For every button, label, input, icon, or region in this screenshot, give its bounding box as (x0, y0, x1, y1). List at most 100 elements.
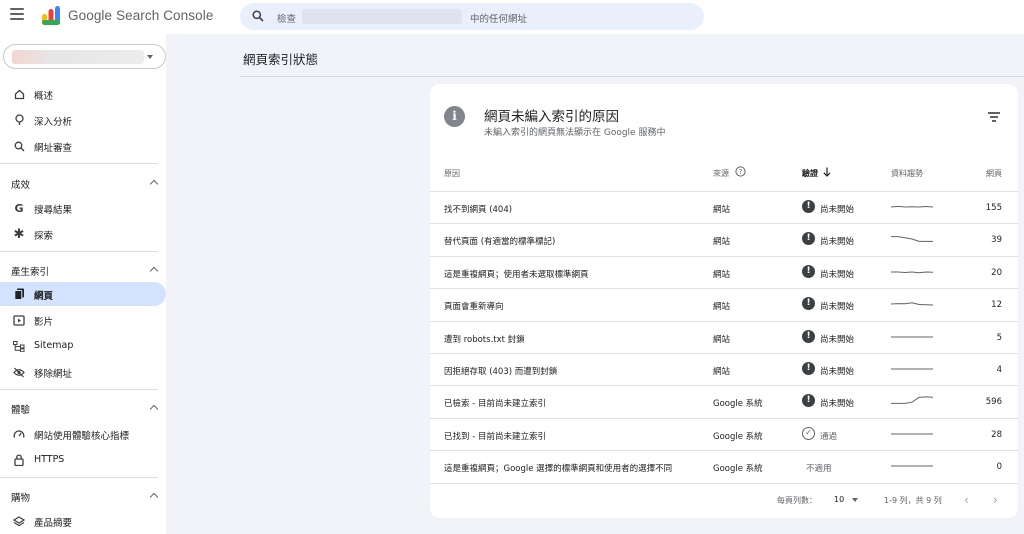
row-trend-sparkline (891, 465, 933, 467)
row-validation-status: 不適用 (806, 464, 832, 475)
search-console-logo[interactable] (40, 6, 62, 26)
not-indexed-reasons-card: i 網頁未編入索引的原因 未編入索引的網頁無法顯示在 Google 服務中 原因… (430, 84, 1018, 518)
help-icon[interactable]: ? (735, 166, 746, 177)
rows-per-page-label: 每頁列數： (777, 496, 817, 505)
divider (240, 76, 1024, 77)
section-shopping[interactable]: 購物 (11, 490, 30, 504)
nav-sitemap[interactable]: Sitemap (0, 334, 166, 358)
row-divider (430, 385, 1018, 387)
row-validation-status: 尚未開始 (820, 367, 855, 377)
divider (0, 163, 158, 164)
menu-icon[interactable] (10, 8, 24, 22)
row-validation-status: 尚未開始 (820, 237, 855, 248)
url-inspection-search[interactable]: 檢查 中的任何網址 (240, 3, 704, 30)
sitemap-icon (13, 340, 25, 352)
nav-https[interactable]: HTTPS (0, 448, 166, 472)
nav-product-snippets[interactable]: 產品摘要 (0, 509, 166, 533)
card-subtitle: 未編入索引的網頁無法顯示在 Google 服務中 (484, 128, 666, 138)
row-page-count: 12 (991, 300, 1002, 311)
divider (0, 251, 158, 252)
status-pending-icon: ! (802, 232, 815, 246)
top-bar: Google Search Console 檢查 中的任何網址 (0, 0, 1024, 34)
row-reason[interactable]: 找不到網頁 (404) (444, 203, 512, 215)
info-icon: i (444, 106, 465, 127)
nav-core-web-vitals[interactable]: 網站使用體驗核心指標 (0, 422, 166, 446)
row-validation-status: 尚未開始 (820, 205, 855, 215)
row-divider (430, 450, 1018, 452)
home-icon (13, 88, 25, 100)
row-reason[interactable]: 因拒絕存取 (403) 而遭到封鎖 (444, 365, 557, 377)
lightbulb-icon (13, 114, 25, 126)
row-reason[interactable]: 這是重複網頁；Google 選擇的標準網頁和使用者的選擇不同 (444, 462, 672, 474)
chevron-up-icon[interactable] (149, 492, 159, 502)
row-page-count: 4 (996, 365, 1002, 375)
row-divider (430, 191, 1018, 192)
section-performance[interactable]: 成效 (11, 177, 30, 191)
row-reason[interactable]: 遭到 robots.txt 封鎖 (444, 333, 525, 345)
row-validation-status: 尚未開始 (820, 334, 855, 345)
status-pending-icon: ! (802, 329, 815, 343)
divider (0, 389, 158, 390)
filter-icon[interactable] (988, 112, 1000, 122)
nav-overview[interactable]: 概述 (0, 82, 166, 106)
property-selector[interactable] (3, 44, 166, 69)
card-title: 網頁未編入索引的原因 (484, 109, 619, 125)
nav-videos[interactable]: 影片 (0, 308, 166, 332)
row-source: 網站 (713, 334, 731, 345)
column-header-validation[interactable]: 驗證 (802, 168, 818, 179)
app-title[interactable]: Google Search Console (68, 8, 213, 23)
nav-label: 探索 (34, 231, 54, 242)
nav-label: 網頁 (34, 291, 54, 302)
divider (0, 477, 158, 478)
row-source: 網站 (713, 269, 731, 280)
prev-page-button[interactable]: ‹ (964, 493, 969, 507)
nav-insights[interactable]: 深入分析 (0, 108, 166, 132)
redacted-property-name (12, 50, 144, 64)
row-divider (430, 482, 1018, 484)
chevron-up-icon[interactable] (149, 266, 159, 276)
dropdown-caret-icon[interactable] (852, 498, 858, 502)
row-trend-sparkline (891, 433, 933, 435)
rows-per-page-select[interactable]: 10 (834, 495, 844, 504)
column-header-source[interactable]: 來源 (713, 168, 729, 179)
row-trend-sparkline (891, 396, 934, 405)
row-divider (430, 255, 1018, 257)
nav-label: 移除網址 (34, 369, 73, 380)
sort-arrow-down-icon[interactable] (823, 167, 831, 177)
row-divider (430, 288, 1018, 290)
nav-discover[interactable]: ✱ 探索 (0, 222, 166, 246)
chevron-up-icon[interactable] (149, 179, 159, 189)
row-source: Google 系統 (713, 399, 763, 410)
search-icon (13, 140, 25, 152)
next-page-button[interactable]: › (993, 493, 998, 507)
status-pending-icon: ! (802, 362, 815, 375)
section-indexing[interactable]: 產生索引 (11, 264, 49, 278)
row-source: Google 系統 (713, 431, 763, 442)
row-page-count: 155 (985, 203, 1002, 213)
chevron-up-icon[interactable] (149, 404, 159, 414)
nav-removals[interactable]: 移除網址 (0, 360, 166, 384)
search-placeholder-prefix: 檢查 (277, 14, 297, 25)
row-reason[interactable]: 已找到 - 目前尚未建立索引 (444, 430, 546, 442)
column-header-pages[interactable]: 網頁 (950, 168, 1002, 179)
speed-icon (13, 428, 25, 440)
nav-label: 產品摘要 (34, 518, 73, 529)
row-reason[interactable]: 頁面會重新導向 (444, 300, 504, 312)
nav-search-results[interactable]: G 搜尋結果 (0, 196, 166, 220)
column-header-reason[interactable]: 原因 (444, 168, 460, 179)
nav-pages[interactable]: 網頁 (0, 282, 166, 306)
nav-url-inspection[interactable]: 網址審查 (0, 134, 166, 158)
row-trend-sparkline (890, 205, 934, 208)
row-reason[interactable]: 已檢索 - 目前尚未建立索引 (444, 397, 546, 409)
row-source: 網站 (713, 367, 731, 377)
column-header-trend[interactable]: 資料趨勢 (891, 168, 923, 179)
row-trend-sparkline (891, 236, 933, 243)
search-icon (252, 10, 264, 22)
row-validation-status: 尚未開始 (820, 269, 855, 280)
nav-label: 概述 (34, 91, 54, 102)
status-pending-icon: ! (802, 200, 815, 213)
nav-label: HTTPS (34, 454, 65, 465)
row-reason[interactable]: 這是重複網頁；使用者未選取標準網頁 (444, 268, 589, 280)
row-reason[interactable]: 替代頁面 (有適當的標準標記) (444, 235, 555, 247)
section-experience[interactable]: 體驗 (11, 402, 30, 416)
